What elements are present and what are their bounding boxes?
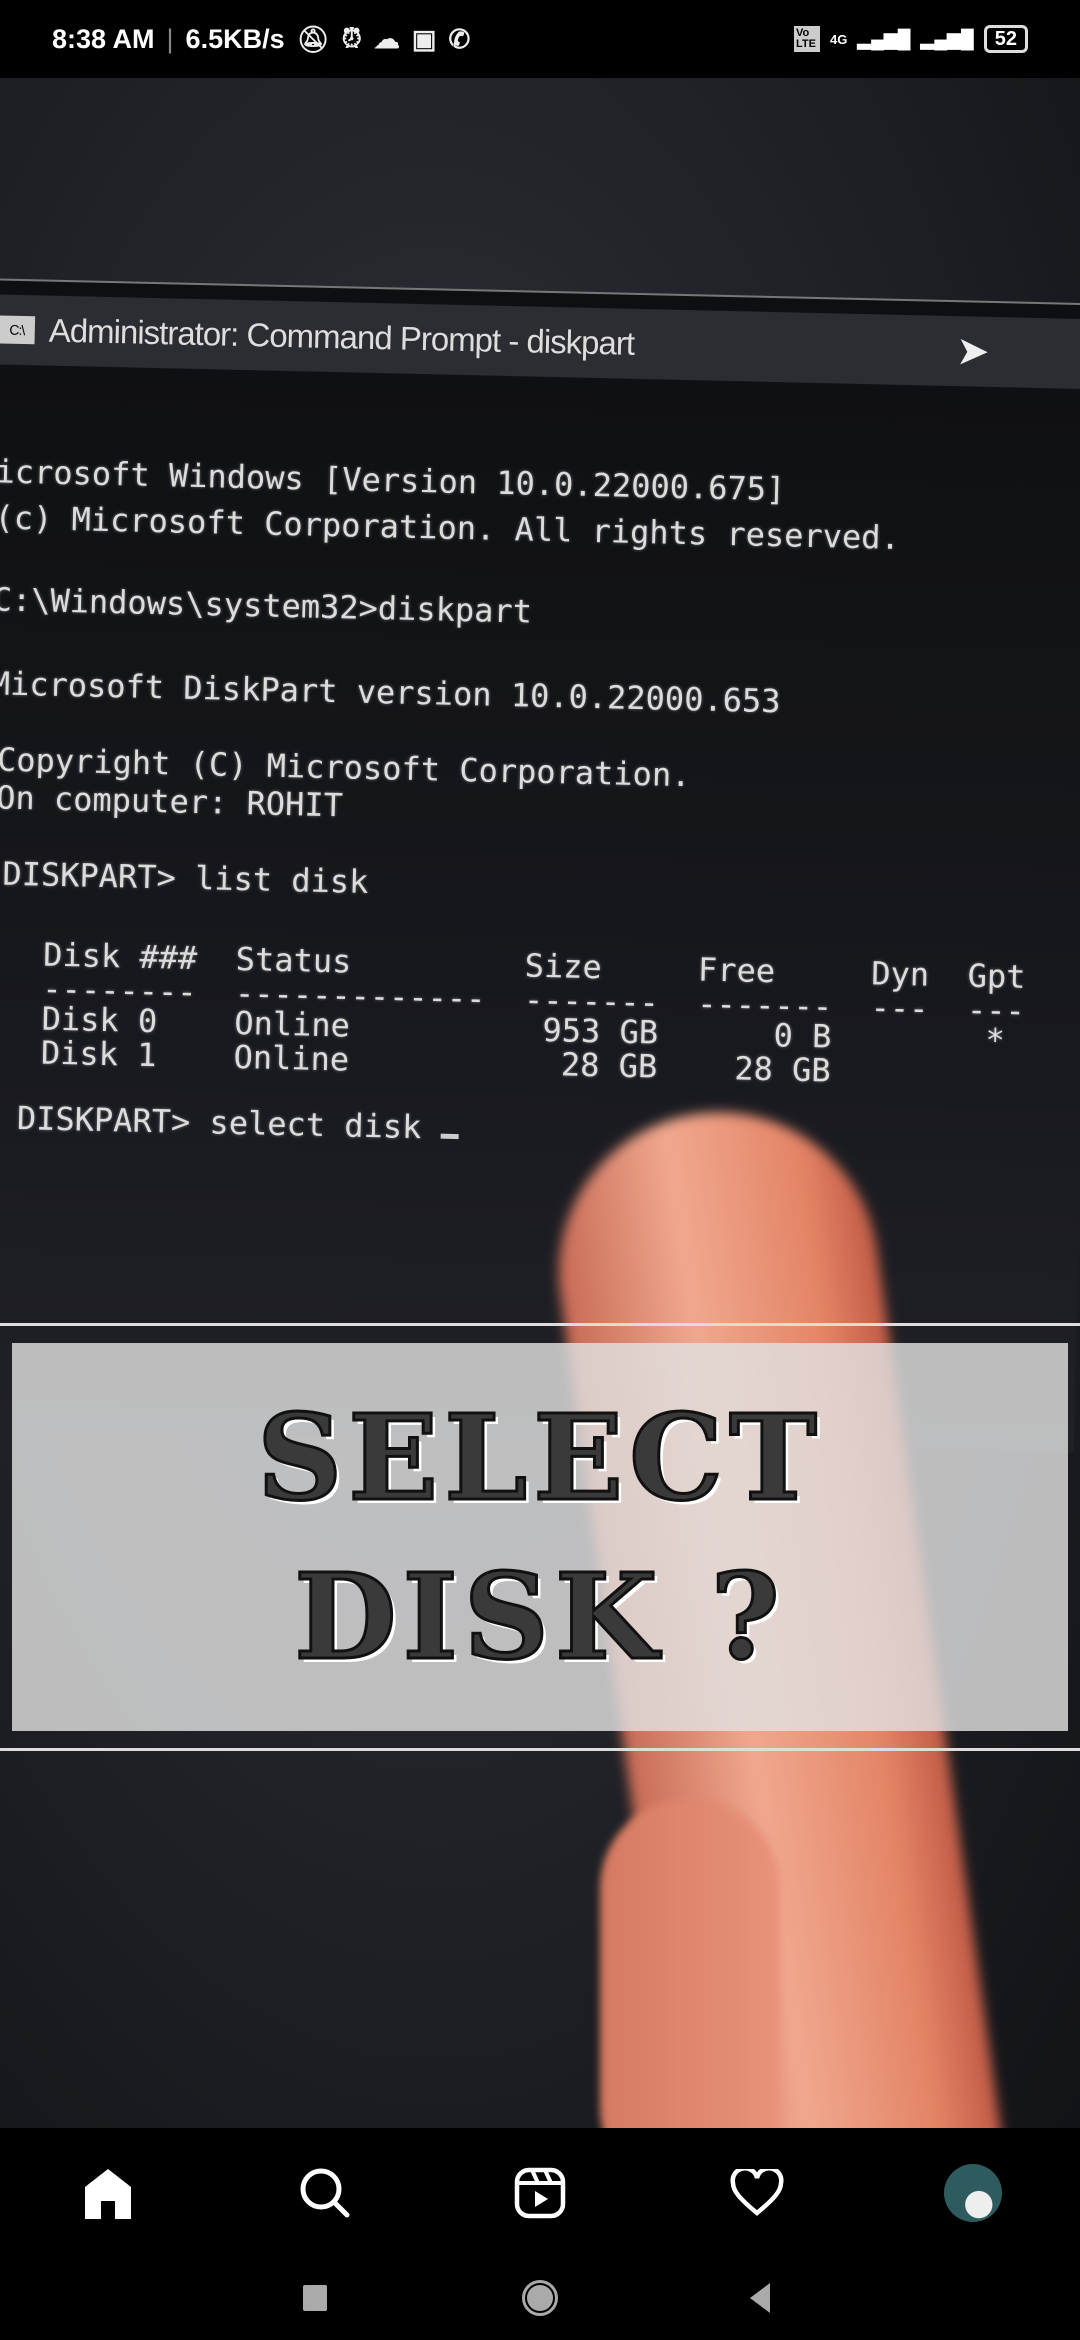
terminal-line: On computer: ROHIT — [0, 778, 344, 825]
terminal-prompt: DISKPART> select disk — [17, 1099, 460, 1147]
cmd-title-bar: C:\ Administrator: Command Prompt - disk… — [0, 293, 1080, 390]
home-icon[interactable] — [73, 2158, 143, 2228]
clock: 8:38 AM — [52, 23, 155, 54]
monitor-screen: C:\ Administrator: Command Prompt - disk… — [0, 278, 1080, 1454]
prompt-text: DISKPART> select disk — [16, 1099, 442, 1147]
profile-avatar[interactable] — [938, 2158, 1008, 2228]
network-speed: 6.5KB/s — [185, 23, 285, 54]
network-type: 4G — [830, 31, 848, 47]
volte-icon: Vo LTE — [794, 26, 820, 52]
cmd-icon: C:\ — [0, 315, 36, 345]
mouse-cursor-icon: ➤ — [955, 329, 990, 374]
caption-line: SELECT — [256, 1387, 823, 1529]
bottom-nav — [0, 2128, 1080, 2340]
calendar-icon: ▣ — [411, 23, 437, 54]
cmd-title: Administrator: Command Prompt - diskpart — [48, 311, 635, 362]
text-cursor — [440, 1133, 459, 1140]
terminal-line: DISKPART> list disk — [2, 854, 369, 901]
status-bar: 8:38 AM | 6.5KB/s 🔕︎ ⏰︎ ☁ ▣ ✆ Vo LTE 4G … — [0, 0, 1080, 78]
mute-bell-icon: 🔕︎ — [296, 23, 330, 54]
cloud-icon: ☁ — [373, 23, 400, 54]
whatsapp-icon: ✆ — [448, 23, 471, 54]
home-button[interactable] — [510, 2268, 570, 2328]
divider — [0, 1748, 1080, 1751]
heart-icon[interactable] — [722, 2158, 792, 2228]
caption-box: SELECT DISK ? — [12, 1343, 1068, 1731]
reels-icon[interactable] — [505, 2158, 575, 2228]
terminal-line: icrosoft Windows [Version 10.0.22000.675… — [0, 452, 786, 509]
reel-video[interactable]: C:\ Administrator: Command Prompt - disk… — [0, 78, 1080, 2128]
terminal-line: Microsoft DiskPart version 10.0.22000.65… — [0, 664, 781, 721]
divider — [0, 1323, 1080, 1326]
search-icon[interactable] — [290, 2158, 360, 2228]
signal-icon-2: ▂▄▆█ — [920, 28, 974, 49]
terminal-line: C:\Windows\system32>diskpart — [0, 580, 533, 631]
finger — [600, 1798, 780, 2128]
battery-icon: 52 — [983, 25, 1028, 53]
alarm-icon: ⏰︎ — [341, 23, 362, 53]
back-button[interactable] — [730, 2268, 790, 2328]
recent-apps-button[interactable] — [285, 2268, 345, 2328]
signal-icon: ▂▄▆█ — [857, 28, 911, 49]
caption-line: DISK ? — [293, 1546, 786, 1688]
